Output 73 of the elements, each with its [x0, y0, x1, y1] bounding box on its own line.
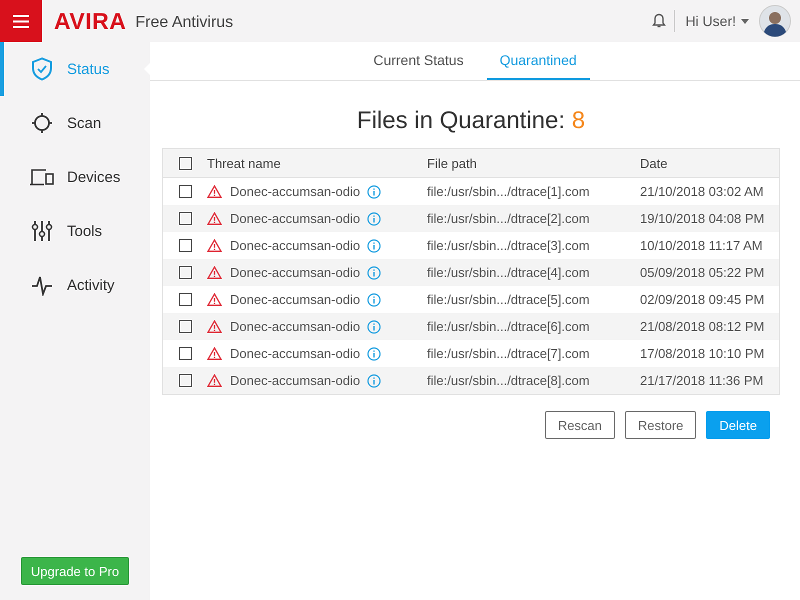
row-checkbox[interactable] — [178, 185, 192, 198]
file-path: file:/usr/sbin.../dtrace[2].com — [427, 211, 590, 226]
date: 10/10/2018 11:17 AM — [640, 238, 763, 253]
sliders-icon — [29, 220, 55, 242]
notification-icon[interactable] — [652, 13, 666, 29]
date: 21/08/2018 08:12 PM — [640, 319, 764, 334]
date: 21/17/2018 11:36 PM — [640, 373, 764, 388]
crosshair-icon — [29, 112, 55, 134]
menu-button[interactable] — [0, 0, 42, 42]
warning-icon — [207, 266, 222, 279]
warning-icon — [207, 239, 222, 252]
product-name: Free Antivirus — [135, 12, 234, 32]
threat-name: Donec-accumsan-odio — [230, 319, 360, 334]
sidebar-item[interactable]: Devices — [0, 150, 150, 204]
date: 17/08/2018 10:10 PM — [640, 346, 764, 361]
user-menu[interactable]: Hi User! — [685, 13, 749, 29]
threat-name: Donec-accumsan-odio — [230, 292, 360, 307]
select-all-checkbox[interactable] — [178, 156, 192, 170]
date: 21/10/2018 03:02 AM — [640, 184, 764, 199]
row-checkbox[interactable] — [178, 374, 192, 387]
warning-icon — [207, 320, 222, 333]
info-icon[interactable] — [367, 346, 382, 360]
sidebar-item[interactable]: Tools — [0, 204, 150, 258]
warning-icon — [207, 212, 222, 225]
row-checkbox[interactable] — [178, 320, 192, 333]
row-checkbox[interactable] — [178, 239, 192, 252]
date: 19/10/2018 04:08 PM — [640, 211, 764, 226]
row-checkbox[interactable] — [178, 212, 192, 225]
file-path: file:/usr/sbin.../dtrace[4].com — [427, 265, 590, 280]
file-path: file:/usr/sbin.../dtrace[1].com — [427, 184, 590, 199]
info-icon[interactable] — [367, 238, 382, 252]
sidebar-item[interactable]: Activity — [0, 258, 150, 312]
threat-name: Donec-accumsan-odio — [230, 184, 360, 199]
pulse-icon — [29, 274, 55, 296]
info-icon[interactable] — [367, 374, 382, 388]
file-path: file:/usr/sbin.../dtrace[7].com — [427, 346, 590, 361]
menu-icon — [13, 14, 29, 28]
action-button[interactable]: Restore — [624, 411, 696, 439]
threat-name: Donec-accumsan-odio — [230, 346, 360, 361]
warning-icon — [207, 374, 222, 387]
file-path: file:/usr/sbin.../dtrace[8].com — [427, 373, 590, 388]
avatar[interactable] — [759, 5, 791, 37]
threat-name: Donec-accumsan-odio — [230, 265, 360, 280]
devices-icon — [29, 168, 55, 186]
warning-icon — [207, 293, 222, 306]
info-icon[interactable] — [367, 266, 382, 280]
action-button[interactable]: Rescan — [544, 411, 615, 439]
column-header: File path — [427, 156, 477, 170]
row-checkbox[interactable] — [178, 266, 192, 279]
sidebar-item[interactable]: Scan — [0, 96, 150, 150]
page-title: Files in Quarantine: 8 — [356, 107, 586, 135]
threat-name: Donec-accumsan-odio — [230, 238, 360, 253]
file-path: file:/usr/sbin.../dtrace[5].com — [427, 292, 590, 307]
logo: AVIRA — [54, 8, 126, 34]
caret-icon — [741, 18, 749, 24]
row-checkbox[interactable] — [178, 293, 192, 306]
info-icon[interactable] — [367, 212, 382, 226]
threat-name: Donec-accumsan-odio — [230, 211, 360, 226]
date: 05/09/2018 05:22 PM — [640, 265, 764, 280]
column-header: Date — [640, 156, 668, 170]
info-icon[interactable] — [367, 320, 382, 334]
shield-icon — [29, 57, 55, 81]
file-path: file:/usr/sbin.../dtrace[3].com — [427, 238, 590, 253]
row-checkbox[interactable] — [178, 347, 192, 360]
info-icon[interactable] — [367, 184, 382, 198]
file-path: file:/usr/sbin.../dtrace[6].com — [427, 319, 590, 334]
info-icon[interactable] — [367, 292, 382, 306]
date: 02/09/2018 09:45 PM — [640, 292, 764, 307]
tab[interactable]: Current Status — [360, 42, 477, 80]
column-header: Threat name — [207, 156, 281, 170]
threat-name: Donec-accumsan-odio — [230, 373, 360, 388]
warning-icon — [207, 185, 222, 198]
warning-icon — [207, 347, 222, 360]
